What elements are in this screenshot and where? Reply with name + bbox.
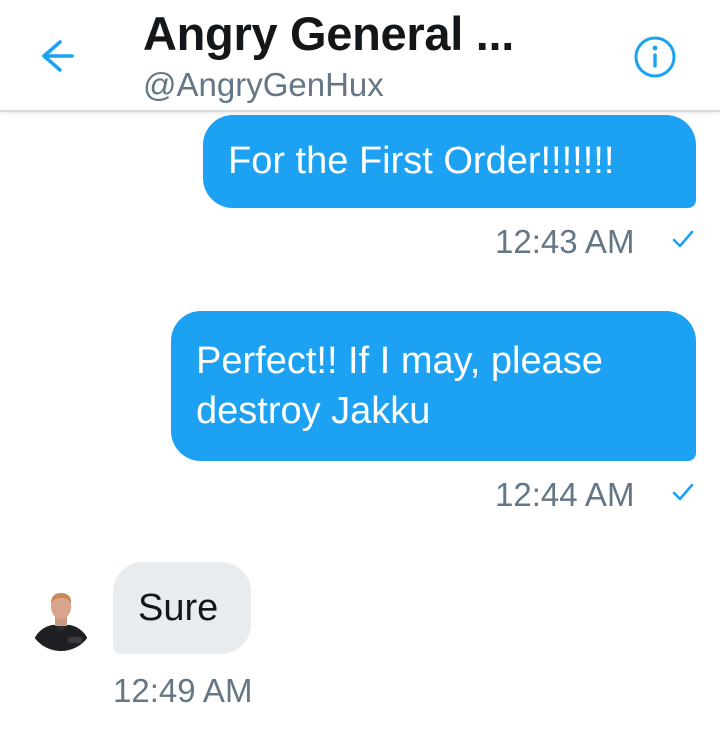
message-text: Sure — [138, 587, 219, 629]
message-timestamp: 12:43 AM — [495, 223, 635, 260]
avatar-image — [28, 585, 94, 651]
message-bubble-outgoing[interactable]: For the First Order!!!!!!! — [203, 115, 696, 208]
back-arrow-icon — [42, 40, 74, 72]
message-text-line: Perfect!! If I may, please — [196, 340, 603, 382]
conversation-title: Angry General ... — [143, 7, 515, 60]
conversation-header: Angry General ... @AngryGenHux — [0, 0, 720, 112]
message-timestamp: 12:44 AM — [495, 476, 635, 513]
conversation-handle: @AngryGenHux — [143, 66, 384, 103]
sent-check-icon — [672, 483, 694, 501]
back-button[interactable] — [32, 36, 80, 76]
message-text-line: destroy Jakku — [196, 390, 431, 432]
message-bubble-outgoing[interactable]: Perfect!! If I may, please destroy Jakku — [171, 311, 696, 461]
message-bubble-incoming[interactable]: Sure — [113, 562, 251, 654]
sent-check-icon — [672, 230, 694, 248]
message-text: For the First Order!!!!!!! — [228, 140, 615, 182]
info-button[interactable] — [633, 35, 677, 79]
sender-avatar[interactable] — [28, 585, 94, 651]
info-icon — [634, 36, 676, 78]
message-timestamp: 12:49 AM — [113, 672, 253, 709]
